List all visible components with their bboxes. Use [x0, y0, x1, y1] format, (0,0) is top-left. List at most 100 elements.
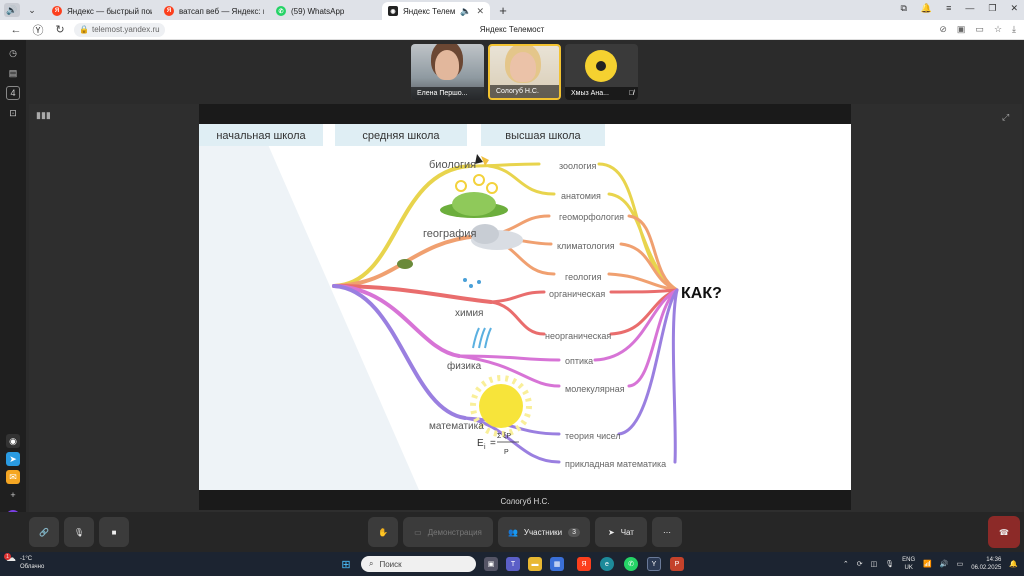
bookmarks-icon[interactable]: ▤ — [6, 66, 20, 80]
taskbar-search[interactable]: ⌕ Поиск — [361, 556, 476, 572]
url-field[interactable]: 🔒 telemost.yandex.ru — [74, 22, 165, 37]
more-icon: ⋯ — [663, 527, 671, 537]
header-tab-high: высшая школа — [505, 130, 581, 142]
powerpoint-icon[interactable]: P — [670, 557, 684, 571]
participants-button[interactable]: 👥 Участники 3 — [498, 517, 590, 547]
send-icon: ➤ — [608, 527, 615, 537]
tab-telemost[interactable]: ◉ Яндекс Телемост 🔈 ✕ — [382, 2, 490, 20]
question-label: КАК? — [681, 285, 722, 302]
tab-title: Яндекс — быстрый поиск — [67, 6, 152, 16]
menu-icon[interactable]: ≡ — [946, 3, 951, 14]
link-icon: 🔗 — [39, 527, 49, 537]
back-icon[interactable]: ← — [10, 24, 22, 36]
branch-anatomy: анатомия — [561, 191, 601, 201]
close-window-icon[interactable]: ✕ — [1010, 3, 1018, 14]
tab-audio-icon[interactable]: 🔈 — [460, 6, 471, 17]
user-icon — [596, 61, 606, 71]
teams-icon[interactable]: T — [506, 557, 520, 571]
history-icon[interactable]: ◷ — [6, 46, 20, 60]
chat-button[interactable]: ➤ Чат — [595, 517, 647, 547]
tab-whatsapp[interactable]: ✆ (59) WhatsApp — [270, 2, 382, 20]
screenshot-icon[interactable]: ⊡ — [6, 106, 20, 120]
store-icon[interactable]: ▦ — [550, 557, 564, 571]
tab-audio-icon[interactable]: 🔊 — [4, 3, 20, 17]
new-tab-button[interactable]: + — [496, 3, 510, 18]
volume-mixer-icon[interactable]: ◫ — [871, 560, 878, 568]
rays-illustration — [472, 327, 492, 349]
notifications-bell-icon[interactable]: 🔔 — [1009, 560, 1018, 568]
minimize-icon[interactable]: — — [965, 3, 974, 14]
hangup-button[interactable]: ☎ — [988, 516, 1020, 548]
tab-whatsapp-web-search[interactable]: Я ватсап веб — Яндекс: нашлось — [158, 2, 270, 20]
telemost-app-icon[interactable]: ◉ — [6, 434, 20, 448]
branch-applied-math: прикладная математика — [565, 459, 666, 469]
tray-chevron-icon[interactable]: ⌃ — [843, 560, 849, 568]
svg-text:Σ ξP: Σ ξP — [497, 433, 511, 440]
weather-desc: Облачно — [20, 564, 45, 570]
more-button[interactable]: ⋯ — [652, 517, 682, 547]
language-indicator[interactable]: ENG UK — [902, 556, 915, 572]
raise-hand-button[interactable]: ✋ — [368, 517, 398, 547]
system-tray: ⌃ ⟳ ◫ 🎙 ENG UK 📶 🔊 ▭ 14:36 06.02.2025 🔔 — [843, 556, 1018, 572]
taskview-icon[interactable]: ▣ — [484, 557, 498, 571]
weather-widget[interactable]: ☁ 1 -1°C Облачно — [4, 553, 45, 571]
reader-icon[interactable]: ▭ — [975, 24, 984, 35]
extensions-icon[interactable]: ⊘ — [939, 24, 947, 35]
address-bar: ← Ⓨ ↻ 🔒 telemost.yandex.ru Яндекс Телемо… — [0, 20, 1024, 40]
weather-icon: ☁ 1 — [4, 553, 16, 564]
windows-start-icon[interactable]: ⊞ — [339, 557, 353, 571]
battery-icon[interactable]: ▭ — [957, 560, 964, 568]
download-icon[interactable]: ⤓ — [1012, 24, 1016, 35]
participant-tile-active[interactable]: Сологуб Н.С. — [488, 44, 561, 100]
svg-text:P: P — [504, 449, 509, 456]
branch-climatology: климатология — [557, 241, 615, 251]
fullscreen-icon[interactable]: ⤢ — [1002, 112, 1009, 123]
tab-list-chevron-icon[interactable]: ⌄ — [24, 3, 40, 17]
yandex-browser-icon[interactable]: Ⓨ — [32, 22, 44, 38]
clock[interactable]: 14:36 06.02.2025 — [971, 556, 1001, 572]
screen-share-button[interactable]: ▭ Демонстрация — [403, 517, 493, 547]
yandex-icon: Я — [52, 6, 62, 16]
phone-hangup-icon: ☎ — [999, 527, 1009, 537]
mic-tray-icon[interactable]: 🎙 — [885, 560, 894, 568]
sync-icon[interactable]: ⟳ — [857, 560, 863, 568]
participant-face — [510, 52, 536, 82]
copy-link-button[interactable]: 🔗 — [29, 517, 59, 547]
counter-icon[interactable]: 4 — [6, 86, 20, 100]
volume-icon[interactable]: 🔊 — [940, 560, 949, 568]
collections-icon[interactable]: ⧉ — [900, 3, 906, 14]
participant-name: Хмыз Ана... 🎙̸ — [565, 87, 638, 100]
lock-icon: 🔒 — [79, 25, 89, 34]
tab-yandex-search[interactable]: Я Яндекс — быстрый поиск — [46, 2, 158, 20]
mail-icon[interactable]: ✉ — [6, 470, 20, 484]
tab-title: Яндекс Телемост — [403, 6, 456, 16]
tab-title: (59) WhatsApp — [291, 6, 345, 16]
microphone-button[interactable]: 🎙 — [64, 517, 94, 547]
notifications-icon[interactable]: 🔔 — [921, 3, 932, 14]
branch-organic: органическая — [549, 289, 605, 299]
svg-text:E: E — [477, 438, 484, 449]
call-controls: 🔗 🎙 ■ ✋ ▭ Демонстрация 👥 Участники 3 ➤ Ч… — [0, 512, 1024, 552]
edge-icon[interactable]: e — [600, 557, 614, 571]
participant-tile[interactable]: Хмыз Ана... 🎙̸ — [565, 44, 638, 100]
reload-icon[interactable]: ↻ — [54, 23, 66, 36]
screen-share-label: Демонстрация — [427, 527, 482, 537]
bookmark-icon[interactable]: ☆ — [994, 24, 1002, 35]
yandex-app-icon[interactable]: Y — [647, 557, 661, 571]
whatsapp-taskbar-icon[interactable]: ✆ — [624, 557, 638, 571]
explorer-icon[interactable]: ▬ — [528, 557, 542, 571]
svg-text:=: = — [490, 438, 496, 449]
camera-permission-icon[interactable]: ▣ — [957, 24, 966, 35]
yandex-browser-icon[interactable]: Я — [577, 557, 591, 571]
camera-button[interactable]: ■ — [99, 517, 129, 547]
telegram-icon[interactable]: ➤ — [6, 452, 20, 466]
signal-icon: ▮▮▮ — [36, 110, 51, 120]
mic-muted-icon: 🎙̸ — [628, 90, 634, 97]
maximize-icon[interactable]: ❐ — [988, 3, 996, 14]
yandex-icon: Я — [164, 6, 174, 16]
tab-close-icon[interactable]: ✕ — [476, 6, 484, 17]
avatar — [585, 50, 617, 82]
participant-tile[interactable]: Елена Першо... — [411, 44, 484, 100]
weather-temp: -1°C — [20, 556, 33, 562]
wifi-icon[interactable]: 📶 — [923, 560, 932, 568]
